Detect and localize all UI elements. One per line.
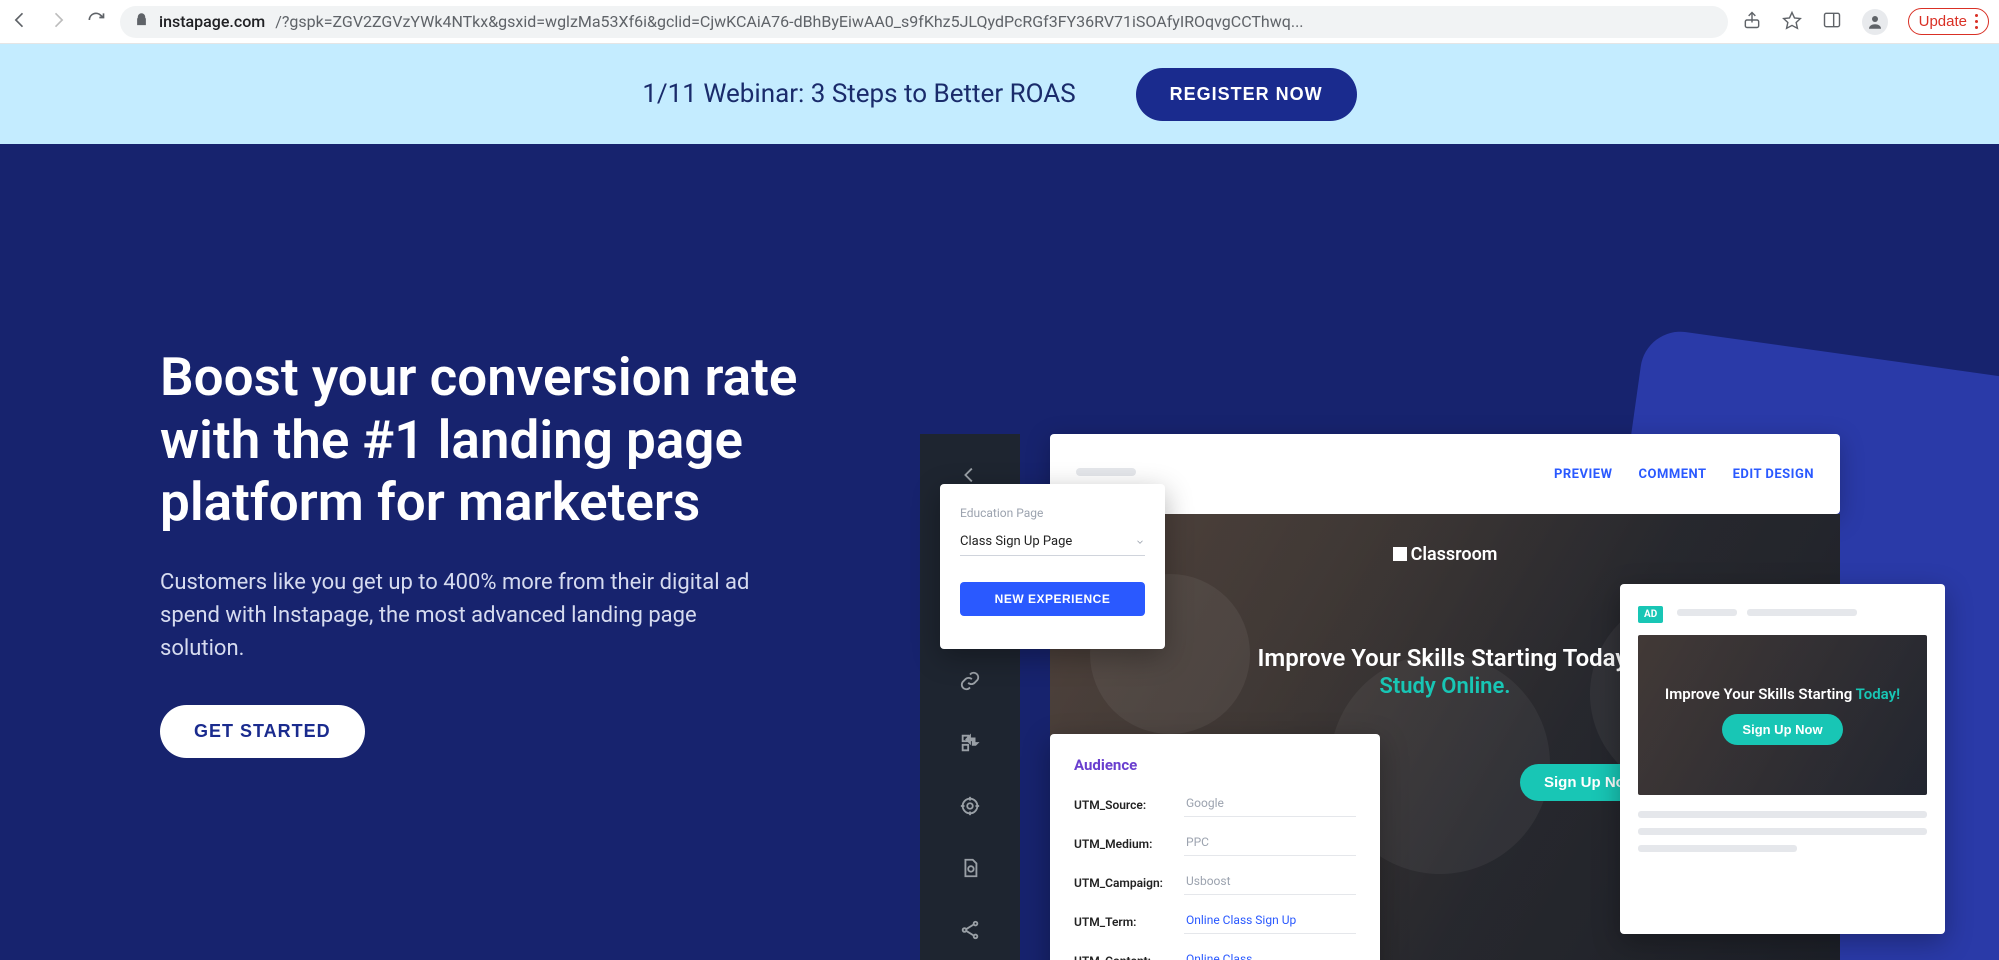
preview-link[interactable]: PREVIEW (1554, 467, 1613, 482)
extension-icon[interactable] (957, 732, 983, 754)
audience-panel: Audience UTM_Source:Google UTM_Medium:PPC… (1050, 734, 1380, 960)
share-nodes-icon[interactable] (957, 919, 983, 941)
lock-icon (134, 12, 149, 31)
audience-row: UTM_Term:Online Class Sign Up (1074, 909, 1356, 934)
hero-section: Boost your conversion rate with the #1 l… (0, 144, 1999, 960)
audience-value[interactable]: Online Class Sign Up (1184, 909, 1356, 934)
forward-icon (48, 10, 68, 34)
audience-row: UTM_Campaign:Usboost (1074, 870, 1356, 895)
ad-badge: AD (1638, 606, 1663, 623)
audience-value: Google (1184, 792, 1356, 817)
audience-row: UTM_Medium:PPC (1074, 831, 1356, 856)
ad-image: Improve Your Skills Starting Today! Sign… (1638, 635, 1927, 795)
promo-banner: 1/11 Webinar: 3 Steps to Better ROAS REG… (0, 44, 1999, 144)
audience-value: Usboost (1184, 870, 1356, 895)
edit-design-link[interactable]: EDIT DESIGN (1733, 467, 1814, 482)
promo-text: 1/11 Webinar: 3 Steps to Better ROAS (642, 79, 1075, 109)
url-domain: instapage.com (159, 12, 265, 31)
new-experience-button[interactable]: NEW EXPERIENCE (960, 582, 1145, 616)
chevron-down-icon (1135, 537, 1145, 547)
brand-square-icon (1393, 547, 1407, 561)
comment-link[interactable]: COMMENT (1638, 467, 1706, 482)
preview-brand: Classroom (1050, 544, 1840, 565)
share-icon[interactable] (1742, 10, 1762, 34)
audience-key: UTM_Campaign: (1074, 876, 1184, 890)
audience-row: UTM_Content:Online Class (1074, 948, 1356, 960)
audience-key: UTM_Term: (1074, 915, 1184, 929)
reload-icon[interactable] (86, 10, 106, 34)
register-now-button[interactable]: REGISTER NOW (1136, 68, 1357, 121)
audience-title: Audience (1074, 756, 1356, 774)
address-bar[interactable]: instapage.com /?gspk=ZGV2ZGVzYWk4NTkx&gs… (120, 6, 1728, 38)
profile-icon[interactable] (1862, 9, 1888, 35)
update-label: Update (1919, 13, 1967, 30)
ghost-line (1076, 468, 1136, 476)
ghost-line (1747, 609, 1857, 616)
audience-key: UTM_Medium: (1074, 837, 1184, 851)
get-started-button[interactable]: GET STARTED (160, 705, 365, 758)
ad-signup-button[interactable]: Sign Up Now (1722, 714, 1842, 745)
hero-body: Customers like you get up to 400% more f… (160, 566, 760, 665)
browser-update-button[interactable]: Update (1908, 8, 1989, 35)
audience-key: UTM_Source: (1074, 798, 1184, 812)
editor-topbar: PREVIEW COMMENT EDIT DESIGN (1050, 434, 1840, 514)
audience-value[interactable]: Online Class (1184, 948, 1356, 960)
ad-panel: AD Improve Your Skills Starting Today! S… (1620, 584, 1945, 934)
education-panel: Education Page Class Sign Up Page NEW EX… (940, 484, 1165, 649)
link-icon[interactable] (957, 670, 983, 692)
browser-toolbar: instapage.com /?gspk=ZGV2ZGVzYWk4NTkx&gs… (0, 0, 1999, 44)
product-illustration: PREVIEW COMMENT EDIT DESIGN Education Pa… (920, 434, 1880, 960)
ad-headline: Improve Your Skills Starting Today! (1665, 685, 1900, 705)
ghost-line (1677, 609, 1737, 616)
panel-icon[interactable] (1822, 10, 1842, 34)
document-icon[interactable] (957, 857, 983, 879)
audience-row: UTM_Source:Google (1074, 792, 1356, 817)
audience-key: UTM_Content: (1074, 954, 1184, 960)
back-icon[interactable] (10, 10, 30, 34)
page-select[interactable]: Class Sign Up Page (960, 534, 1145, 556)
selected-page: Class Sign Up Page (960, 534, 1072, 549)
hero-headline: Boost your conversion rate with the #1 l… (160, 346, 810, 534)
star-icon[interactable] (1782, 10, 1802, 34)
audience-value: PPC (1184, 831, 1356, 856)
kebab-icon (1975, 14, 1978, 29)
target-icon[interactable] (957, 794, 983, 816)
panel-label: Education Page (960, 506, 1145, 520)
url-path: /?gspk=ZGV2ZGVzYWk4NTkx&gsxid=wglzMa53Xf… (275, 12, 1303, 31)
